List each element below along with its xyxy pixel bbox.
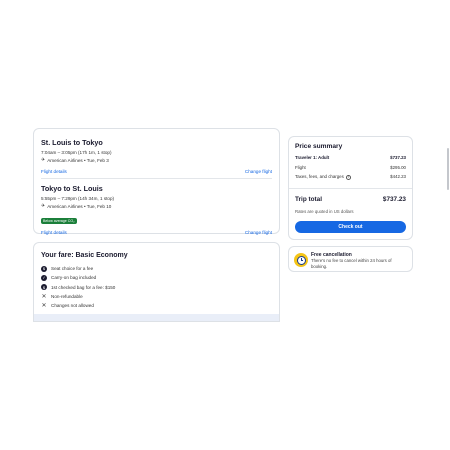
outbound-title: St. Louis to Tokyo (41, 138, 103, 147)
taxes-label: Taxes, fees, and charges (295, 174, 344, 179)
airline-logo-icon: ✈ (41, 157, 46, 163)
return-title: Tokyo to St. Louis (41, 184, 103, 193)
fare-feature-text: Carry-on bag included (51, 275, 97, 281)
fade-overlay (34, 314, 279, 321)
clock-icon (294, 253, 308, 267)
free-cancellation-card: Free cancellation There's no fee to canc… (288, 246, 413, 272)
fare-feature: $ 1st checked bag for a fee: $150 (41, 283, 115, 292)
fare-card: Your fare: Basic Economy $ Seat choice f… (33, 242, 280, 322)
trip-total-value: $737.23 (382, 196, 406, 203)
scrollbar-thumb[interactable] (447, 148, 449, 190)
fare-feature: $ Seat choice for a fee (41, 264, 115, 273)
trip-total-row: Trip total $737.23 (295, 196, 406, 203)
info-icon[interactable]: i (346, 174, 352, 180)
trip-total-label: Trip total (295, 196, 322, 203)
taxes-label-wrap: Taxes, fees, and charges i (295, 174, 352, 180)
outbound-links: Flight details Change flight (41, 169, 272, 174)
fare-feature-text: Non-refundable (51, 294, 83, 300)
outbound-flight: St. Louis to Tokyo 7:04am – 3:05pm (17h … (41, 138, 272, 174)
fare-feature: ✕ Non-refundable (41, 292, 115, 301)
fare-title: Your fare: Basic Economy (41, 252, 128, 259)
free-cancellation-text: There's no fee to cancel within 24 hours… (311, 258, 392, 269)
taxes-value: $442.23 (390, 174, 406, 179)
outbound-airline-row: ✈ American Airlines • Tue, Feb 3 (41, 157, 272, 163)
traveler-row: Traveler 1: Adult $737.23 (295, 155, 406, 160)
price-summary-title: Price summary (295, 143, 343, 150)
price-summary-card: Price summary Traveler 1: Adult $737.23 … (288, 136, 413, 240)
traveler-label: Traveler 1: Adult (295, 155, 330, 160)
fare-feature: ✓ Carry-on bag included (41, 273, 115, 282)
flights-card: St. Louis to Tokyo 7:04am – 3:05pm (17h … (33, 128, 280, 235)
dollar-icon: $ (41, 284, 47, 291)
check-icon: ✓ (41, 274, 47, 281)
divider (41, 178, 272, 179)
fare-feature-text: Seat choice for a fee (51, 266, 94, 272)
outbound-flight-details-link[interactable]: Flight details (41, 169, 67, 174)
x-icon: ✕ (41, 303, 47, 310)
return-change-flight-link[interactable]: Change flight (245, 230, 272, 235)
outbound-change-flight-link[interactable]: Change flight (245, 169, 272, 174)
traveler-value: $737.23 (390, 155, 406, 160)
check-out-button[interactable]: Check out (295, 221, 406, 233)
return-links: Flight details Change flight (41, 230, 272, 235)
flight-row: Flight $295.00 (295, 165, 406, 170)
return-flight: Tokyo to St. Louis 5:55pm – 7:29pm (14h … (41, 184, 272, 235)
fare-features-list: $ Seat choice for a fee ✓ Carry-on bag i… (41, 264, 115, 310)
flight-label: Flight (295, 165, 306, 170)
return-airline: American Airlines • Tue, Feb 10 (47, 203, 112, 209)
x-icon: ✕ (41, 294, 47, 301)
fare-feature: ✕ Changes not allowed (41, 301, 115, 310)
dollar-icon: $ (41, 265, 47, 272)
fare-feature-text: Changes not allowed (51, 303, 94, 309)
flight-value: $295.00 (390, 165, 406, 170)
currency-note: Rates are quoted in US dollars (295, 209, 354, 214)
taxes-row: Taxes, fees, and charges i $442.23 (295, 174, 406, 180)
return-flight-details-link[interactable]: Flight details (41, 230, 67, 235)
fare-feature-text: 1st checked bag for a fee: $150 (51, 284, 116, 290)
outbound-airline: American Airlines • Tue, Feb 3 (47, 157, 109, 163)
divider (289, 188, 412, 189)
co2-badge: Below average CO₂ (41, 218, 77, 224)
outbound-time: 7:04am – 3:05pm (17h 1m, 1 stop) (41, 150, 112, 155)
return-time: 5:55pm – 7:29pm (14h 34m, 1 stop) (41, 196, 115, 201)
